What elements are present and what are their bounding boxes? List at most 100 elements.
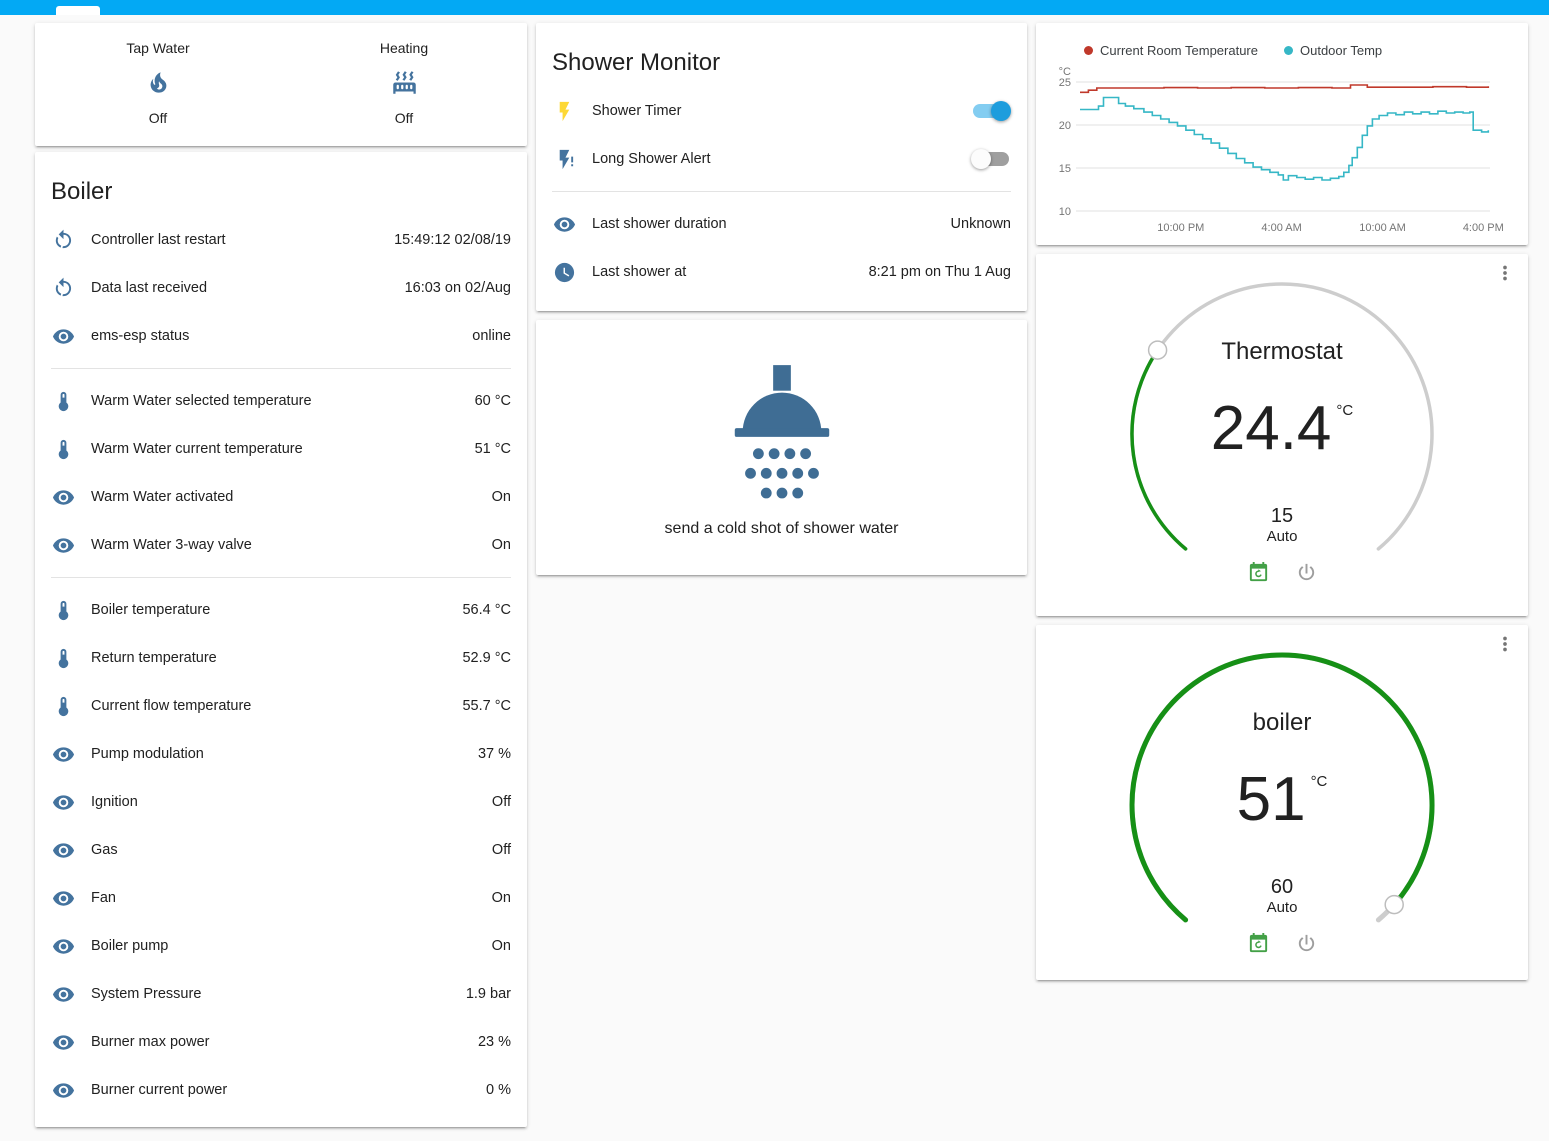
legend-color-dot [1084, 46, 1093, 55]
shower-monitor-card: Shower Monitor Shower TimerLong Shower A… [536, 23, 1027, 311]
thermometer-icon [51, 646, 75, 670]
eye-icon [51, 485, 75, 509]
legend-item: Current Room Temperature [1084, 43, 1258, 58]
entity-name: Burner max power [91, 1034, 470, 1050]
legend-label: Current Room Temperature [1100, 43, 1258, 58]
entity-list: Controller last restart15:49:12 02/08/19… [35, 216, 527, 1114]
entity-row[interactable]: Last shower at8:21 pm on Thu 1 Aug [536, 248, 1027, 296]
toggle-switch[interactable] [971, 101, 1011, 121]
gauge-title: Thermostat [1036, 338, 1528, 366]
divider [51, 577, 511, 578]
flash-icon [552, 99, 576, 123]
power-icon[interactable] [1294, 560, 1318, 584]
eye-icon [51, 324, 75, 348]
card-title: Boiler [35, 152, 527, 216]
entity-row[interactable]: GasOff [35, 826, 527, 874]
entity-row[interactable]: Burner current power0 % [35, 1066, 527, 1114]
calendar-sync-icon[interactable] [1246, 931, 1270, 955]
entity-value: On [492, 890, 511, 906]
restart-icon [51, 228, 75, 252]
more-options-icon[interactable] [1494, 262, 1518, 286]
entity-row[interactable]: Burner max power 23 % [35, 1018, 527, 1066]
hvac-mode: Auto [1036, 899, 1528, 916]
entity-name: Warm Water activated [91, 489, 484, 505]
more-options-icon[interactable] [1494, 633, 1518, 657]
divider [51, 368, 511, 369]
active-tab-indicator[interactable] [56, 6, 100, 15]
shower-action-card[interactable]: send a cold shot of shower water [536, 320, 1027, 575]
temperature-unit: °C [1336, 402, 1353, 419]
entity-row[interactable]: Pump modulation 37 % [35, 730, 527, 778]
entity-name: Warm Water selected temperature [91, 393, 467, 409]
glance-item-heating[interactable]: HeatingOff [281, 39, 527, 127]
entity-value: online [472, 328, 511, 344]
entity-row[interactable]: Last shower durationUnknown [536, 200, 1027, 248]
temperature-history-plot: 25201510°C10:00 PM4:00 AM10:00 AM4:00 PM [1036, 62, 1528, 242]
temperature-history-chart-card: Current Room TemperatureOutdoor Temp 252… [1036, 23, 1528, 245]
entity-name: Boiler pump [91, 938, 484, 954]
toggle-switch[interactable] [971, 149, 1011, 169]
app-header-bar [0, 0, 1549, 15]
shower-head-icon [721, 358, 843, 508]
entity-value: 55.7 °C [462, 698, 511, 714]
entity-name: Boiler temperature [91, 602, 454, 618]
entity-name: Shower Timer [592, 103, 963, 119]
entity-value: 56.4 °C [462, 602, 511, 618]
entity-value: 16:03 on 02/Aug [405, 280, 511, 296]
mode-buttons [1036, 560, 1528, 584]
entity-state: Off [281, 109, 527, 127]
svg-text:4:00 AM: 4:00 AM [1261, 222, 1301, 234]
entity-row[interactable]: Data last received 16:03 on 02/Aug [35, 264, 527, 312]
entity-row[interactable]: IgnitionOff [35, 778, 527, 826]
entity-row[interactable]: Current flow temperature55.7 °C [35, 682, 527, 730]
entity-state: Off [35, 109, 281, 127]
entity-row[interactable]: Warm Water activatedOn [35, 473, 527, 521]
svg-text:10: 10 [1059, 206, 1071, 218]
shower-action-caption: send a cold shot of shower water [665, 520, 899, 538]
current-temperature-value: 24.4 [1211, 394, 1332, 463]
divider [552, 191, 1011, 192]
boiler-entities-card: Boiler Controller last restart15:49:12 0… [35, 152, 527, 1127]
eye-icon [51, 533, 75, 557]
toggle-thumb [991, 101, 1011, 121]
entity-row[interactable]: Boiler pumpOn [35, 922, 527, 970]
eye-icon [51, 1030, 75, 1054]
entity-name: ems-esp status [91, 328, 464, 344]
entity-name: Data last received [91, 280, 397, 296]
entity-row[interactable]: Controller last restart15:49:12 02/08/19 [35, 216, 527, 264]
eye-icon [51, 886, 75, 910]
eye-icon [51, 790, 75, 814]
svg-text:15: 15 [1059, 163, 1071, 175]
entity-name: Return temperature [91, 650, 454, 666]
entity-name: Warm Water current temperature [91, 441, 467, 457]
glance-item-tap-water[interactable]: Tap WaterOff [35, 39, 281, 127]
boiler-water-heater-card: boiler 51°C 60 Auto [1036, 625, 1528, 980]
entity-row[interactable]: Warm Water 3-way valveOn [35, 521, 527, 569]
entity-row: Shower Timer [536, 87, 1027, 135]
calendar-sync-icon[interactable] [1246, 560, 1270, 584]
thermometer-icon [51, 694, 75, 718]
legend-color-dot [1284, 46, 1293, 55]
entity-name: Pump modulation [91, 746, 470, 762]
entity-value: 8:21 pm on Thu 1 Aug [869, 264, 1011, 280]
entity-value: 51 °C [475, 441, 511, 457]
power-icon[interactable] [1294, 931, 1318, 955]
entity-value: 0 % [486, 1082, 511, 1098]
entity-row[interactable]: Warm Water selected temperature60 °C [35, 377, 527, 425]
restart-icon [51, 276, 75, 300]
entity-row[interactable]: System Pressure1.9 bar [35, 970, 527, 1018]
svg-text:25: 25 [1059, 77, 1071, 89]
entity-name: Last shower duration [592, 216, 943, 232]
entity-row[interactable]: Warm Water current temperature 51 °C [35, 425, 527, 473]
thermostat-card: Thermostat 24.4°C 15 Auto [1036, 254, 1528, 616]
entity-row[interactable]: ems-esp status online [35, 312, 527, 360]
fire-icon [35, 69, 281, 97]
entity-row[interactable]: Boiler temperature 56.4 °C [35, 586, 527, 634]
entity-value: Off [492, 842, 511, 858]
entity-name: Controller last restart [91, 232, 386, 248]
entity-row[interactable]: Return temperature52.9 °C [35, 634, 527, 682]
entity-value: 37 % [478, 746, 511, 762]
entity-row[interactable]: FanOn [35, 874, 527, 922]
eye-icon [51, 1078, 75, 1102]
entity-value: 23 % [478, 1034, 511, 1050]
